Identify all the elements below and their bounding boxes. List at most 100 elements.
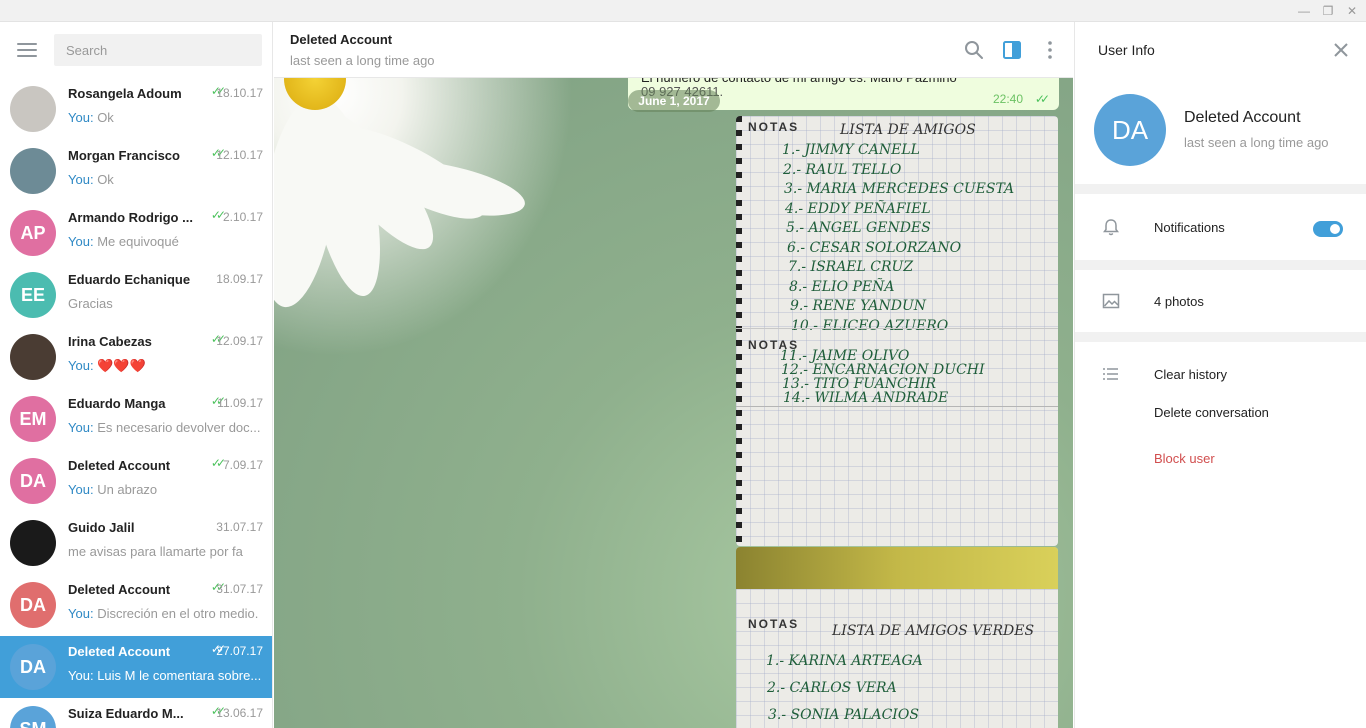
handwritten-line: 6.- CESAR SOLORZANO <box>787 239 962 256</box>
you-prefix: You: <box>68 234 94 249</box>
you-prefix: You: <box>68 482 94 497</box>
chat-preview: You: Me equivoqué <box>68 234 264 249</box>
chat-name: Deleted Account <box>68 458 171 473</box>
chat-date: 31.07.17 <box>216 582 263 596</box>
chat-name: Guido Jalil <box>68 520 135 535</box>
preview-text: Gracias <box>68 296 113 311</box>
chat-date: 13.06.17 <box>216 706 263 720</box>
message-area[interactable]: El número de contacto de mi amigo es: Ma… <box>274 48 1073 728</box>
read-check-icon: ✓✓ <box>1034 92 1050 106</box>
chat-name: Suiza Eduardo M... <box>68 706 184 721</box>
profile-card: DA Deleted Account last seen a long time… <box>1075 78 1366 184</box>
clear-history-button[interactable]: Clear history <box>1154 367 1227 382</box>
chat-list-item[interactable]: Morgan Francisco ✓✓ 12.10.17 You: Ok <box>0 140 272 202</box>
handwritten-line: 1.- JIMMY CANELL <box>782 142 920 158</box>
chat-list-item[interactable]: DA Deleted Account ✓✓ 31.07.17 You: Discreci… <box>0 574 272 636</box>
sidebar-toggle-icon[interactable] <box>1000 38 1024 62</box>
chat-preview: You: Luis M le comentara sobre... <box>68 668 264 683</box>
photo-notes-header: NOTAS <box>748 617 800 631</box>
photo-list-title: LISTA DE AMIGOS <box>840 122 976 138</box>
chat-list-item[interactable]: Guido Jalil 31.07.17 me avisas para llamar… <box>0 512 272 574</box>
chat-preview: You: Discreción en el otro medio. <box>68 606 264 621</box>
handwritten-line: 4.- EDDY PEÑAFIEL <box>785 200 931 217</box>
minimize-button[interactable]: — <box>1292 2 1316 20</box>
avatar <box>10 334 56 380</box>
maximize-button[interactable]: ❐ <box>1316 2 1340 20</box>
chat-list-item[interactable]: Irina Cabezas ✓✓ 12.09.17 You: ❤️❤️❤️ <box>0 326 272 388</box>
handwritten-line: 9.- RENE YANDUN <box>790 298 927 314</box>
chat-list-item[interactable]: EM Eduardo Manga ✓✓ 11.09.17 You: Es necesar… <box>0 388 272 450</box>
window-titlebar: — ❐ ✕ <box>0 0 1366 22</box>
search-input[interactable] <box>54 34 262 66</box>
notifications-label: Notifications <box>1154 220 1225 235</box>
more-options-icon[interactable] <box>1038 38 1062 62</box>
chat-date: 2.10.17 <box>222 210 263 224</box>
close-window-button[interactable]: ✕ <box>1340 2 1364 20</box>
search-icon[interactable] <box>962 38 986 62</box>
chat-preview: Gracias <box>68 296 264 311</box>
photo-message[interactable]: NOTAS LISTA DE AMIGOS 1.- JIMMY CANELL 2.… <box>736 116 1058 546</box>
image-icon <box>1102 293 1120 309</box>
date-separator: June 1, 2017 <box>628 90 720 112</box>
photos-row[interactable]: 4 photos <box>1075 270 1366 332</box>
block-user-button[interactable]: Block user <box>1154 451 1215 466</box>
close-icon[interactable] <box>1331 40 1351 60</box>
you-prefix: You: <box>68 606 94 621</box>
photo-message[interactable]: NOTAS LISTA DE AMIGOS VERDES 1.- KARINA … <box>736 547 1058 728</box>
notifications-toggle[interactable] <box>1313 221 1343 237</box>
you-prefix: You: <box>68 668 94 683</box>
chat-name: Deleted Account <box>68 644 171 659</box>
bell-icon <box>1103 219 1119 236</box>
profile-status: last seen a long time ago <box>1184 135 1329 150</box>
info-title: User Info <box>1098 42 1155 58</box>
chat-name: Irina Cabezas <box>68 334 152 349</box>
chat-list-item[interactable]: Rosangela Adoum ✓✓ 18.10.17 You: Ok <box>0 78 272 140</box>
chat-preview: me avisas para llamarte por fa <box>68 544 264 559</box>
read-check-icon: ✓✓ <box>210 208 226 222</box>
preview-text: Me equivoqué <box>97 234 179 249</box>
menu-icon[interactable] <box>17 43 37 57</box>
avatar[interactable]: DA <box>1094 94 1166 166</box>
avatar: DA <box>10 644 56 690</box>
handwritten-line: 8.- ELIO PEÑA <box>789 278 895 295</box>
photo-notes-header: NOTAS <box>748 120 800 134</box>
list-icon <box>1103 368 1118 380</box>
chat-name: Morgan Francisco <box>68 148 180 163</box>
chat-preview: You: Ok <box>68 172 264 187</box>
chat-list-item[interactable]: AP Armando Rodrigo ... ✓✓ 2.10.17 You: Me eq… <box>0 202 272 264</box>
chat-date: 7.09.17 <box>222 458 263 472</box>
chat-title[interactable]: Deleted Account <box>290 32 392 47</box>
chat-date: 12.10.17 <box>216 148 263 162</box>
handwritten-line: 1.- KARINA ARTEAGA <box>766 653 923 669</box>
delete-conversation-button[interactable]: Delete conversation <box>1154 405 1269 420</box>
chat-list-item[interactable]: SMSuiza Eduardo M...✓✓13.06.17 <box>0 698 272 728</box>
chat-list-item[interactable]: EE Eduardo Echanique 18.09.17 Gracias <box>0 264 272 326</box>
chat-preview: You: Un abrazo <box>68 482 264 497</box>
avatar: AP <box>10 210 56 256</box>
message-time: 22:40 <box>992 92 1023 106</box>
chat-preview: You: Es necesario devolver doc... <box>68 420 264 435</box>
chat-name: Eduardo Manga <box>68 396 166 411</box>
avatar <box>10 520 56 566</box>
chat-list-item[interactable]: DA Deleted Account ✓✓ 27.07.17 You: Luis M l… <box>0 636 272 698</box>
user-info-panel: User Info DA Deleted Account last seen a… <box>1074 22 1366 728</box>
wallpaper-flower <box>274 48 574 358</box>
handwritten-line: 3.- SONIA PALACIOS <box>768 707 919 723</box>
read-check-icon: ✓✓ <box>210 456 226 470</box>
avatar: EM <box>10 396 56 442</box>
handwritten-line: 7.- ISRAEL CRUZ <box>788 259 914 275</box>
chat-date: 18.09.17 <box>216 272 263 286</box>
preview-text: me avisas para llamarte por fa <box>68 544 243 559</box>
handwritten-line: 2.- RAUL TELLO <box>783 161 902 178</box>
chat-date: 27.07.17 <box>216 644 263 658</box>
you-prefix: You: <box>68 172 94 187</box>
chat-list-item[interactable]: DA Deleted Account ✓✓ 7.09.17 You: Un abrazo <box>0 450 272 512</box>
you-prefix: You: <box>68 358 94 373</box>
chat-sidebar: Rosangela Adoum ✓✓ 18.10.17 You: Ok Morgan F… <box>0 22 273 728</box>
avatar: DA <box>10 582 56 628</box>
notifications-row[interactable]: Notifications <box>1075 194 1366 260</box>
chat-header: Deleted Account last seen a long time ag… <box>274 22 1073 78</box>
handwritten-line: 5.- ANGEL GENDES <box>786 220 931 236</box>
photos-label: 4 photos <box>1154 294 1204 309</box>
chat-name: Deleted Account <box>68 582 171 597</box>
